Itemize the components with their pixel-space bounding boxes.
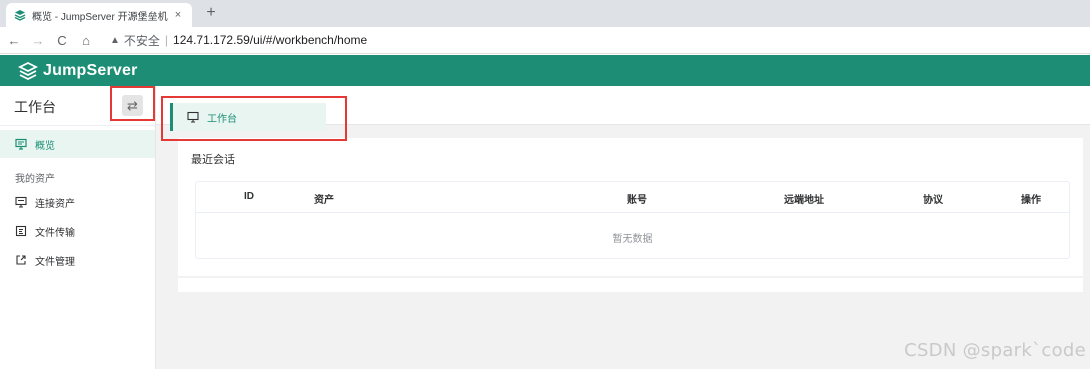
app-logo[interactable]: JumpServer (17, 61, 138, 81)
sessions-table: ID 资产 账号 远端地址 协议 操作 暂无数据 (195, 181, 1070, 259)
card-footer (178, 278, 1083, 292)
column-header-account[interactable]: 账号 (627, 191, 647, 206)
column-header-protocol[interactable]: 协议 (923, 191, 943, 206)
table-empty-text: 暂无数据 (612, 234, 653, 245)
watermark: CSDN @spark`code (904, 340, 1086, 361)
browser-address-bar: ← → C ⌂ ▲ 不安全 | 124.71.172.59/ui/#/workb… (0, 27, 1090, 54)
external-link-icon (15, 254, 27, 266)
app-brand-name: JumpServer (43, 61, 138, 79)
annotation-box-switch (110, 86, 155, 121)
url-field[interactable]: ▲ 不安全 | 124.71.172.59/ui/#/workbench/hom… (110, 29, 367, 51)
desktop-icon (15, 196, 27, 208)
column-header-remote-address[interactable]: 远端地址 (784, 191, 824, 206)
browser-tab[interactable]: 概览 - JumpServer 开源堡垒机 × (6, 3, 192, 27)
tab-close-icon[interactable]: × (172, 9, 184, 21)
sidebar-item-overview[interactable]: 概览 (0, 130, 155, 158)
warning-icon[interactable]: ▲ (110, 35, 120, 46)
new-tab-button[interactable]: + (202, 4, 220, 22)
reload-icon[interactable]: C (52, 33, 72, 48)
sidebar-item-label: 连接资产 (35, 198, 75, 210)
forward-icon[interactable]: → (28, 33, 48, 48)
sidebar-item-file-transfer[interactable]: 文件传输 (0, 217, 155, 245)
annotation-box-workbench-tab (161, 96, 347, 141)
table-header: ID 资产 账号 远端地址 协议 操作 (196, 182, 1069, 213)
security-status[interactable]: 不安全 (124, 32, 160, 49)
sidebar-item-connect-assets[interactable]: 连接资产 (0, 188, 155, 216)
url-separator: | (164, 33, 169, 47)
back-icon[interactable]: ← (4, 33, 24, 48)
sidebar-item-label: 概览 (35, 140, 55, 152)
sidebar-item-label: 文件传输 (35, 227, 75, 239)
column-header-actions[interactable]: 操作 (1021, 191, 1041, 206)
sidebar-item-label: 文件管理 (35, 256, 75, 268)
card-title: 最近会话 (191, 154, 235, 166)
file-transfer-icon (15, 225, 27, 237)
sidebar-title: 工作台 (14, 99, 56, 115)
sidebar-item-file-management[interactable]: 文件管理 (0, 246, 155, 274)
browser-tab-title: 概览 - JumpServer 开源堡垒机 (32, 11, 168, 23)
jumpserver-favicon-icon (14, 9, 26, 21)
sidebar-group-my-assets: 我的资产 (15, 174, 55, 185)
app-header: JumpServer (0, 55, 1090, 86)
sidebar: 工作台 ⇄ 概览 我的资产 连接资产 文件传输 文件管理 (0, 86, 156, 369)
url-text[interactable]: 124.71.172.59/ui/#/workbench/home (173, 33, 367, 47)
recent-sessions-card: 最近会话 ID 资产 账号 远端地址 协议 操作 暂无数据 (178, 138, 1083, 276)
monitor-icon (15, 138, 27, 150)
column-header-asset[interactable]: 资产 (314, 191, 334, 206)
browser-tab-bar: 概览 - JumpServer 开源堡垒机 × + (0, 0, 1090, 27)
jumpserver-logo-icon (17, 61, 39, 81)
home-icon[interactable]: ⌂ (76, 33, 96, 48)
column-header-id[interactable]: ID (244, 191, 254, 202)
